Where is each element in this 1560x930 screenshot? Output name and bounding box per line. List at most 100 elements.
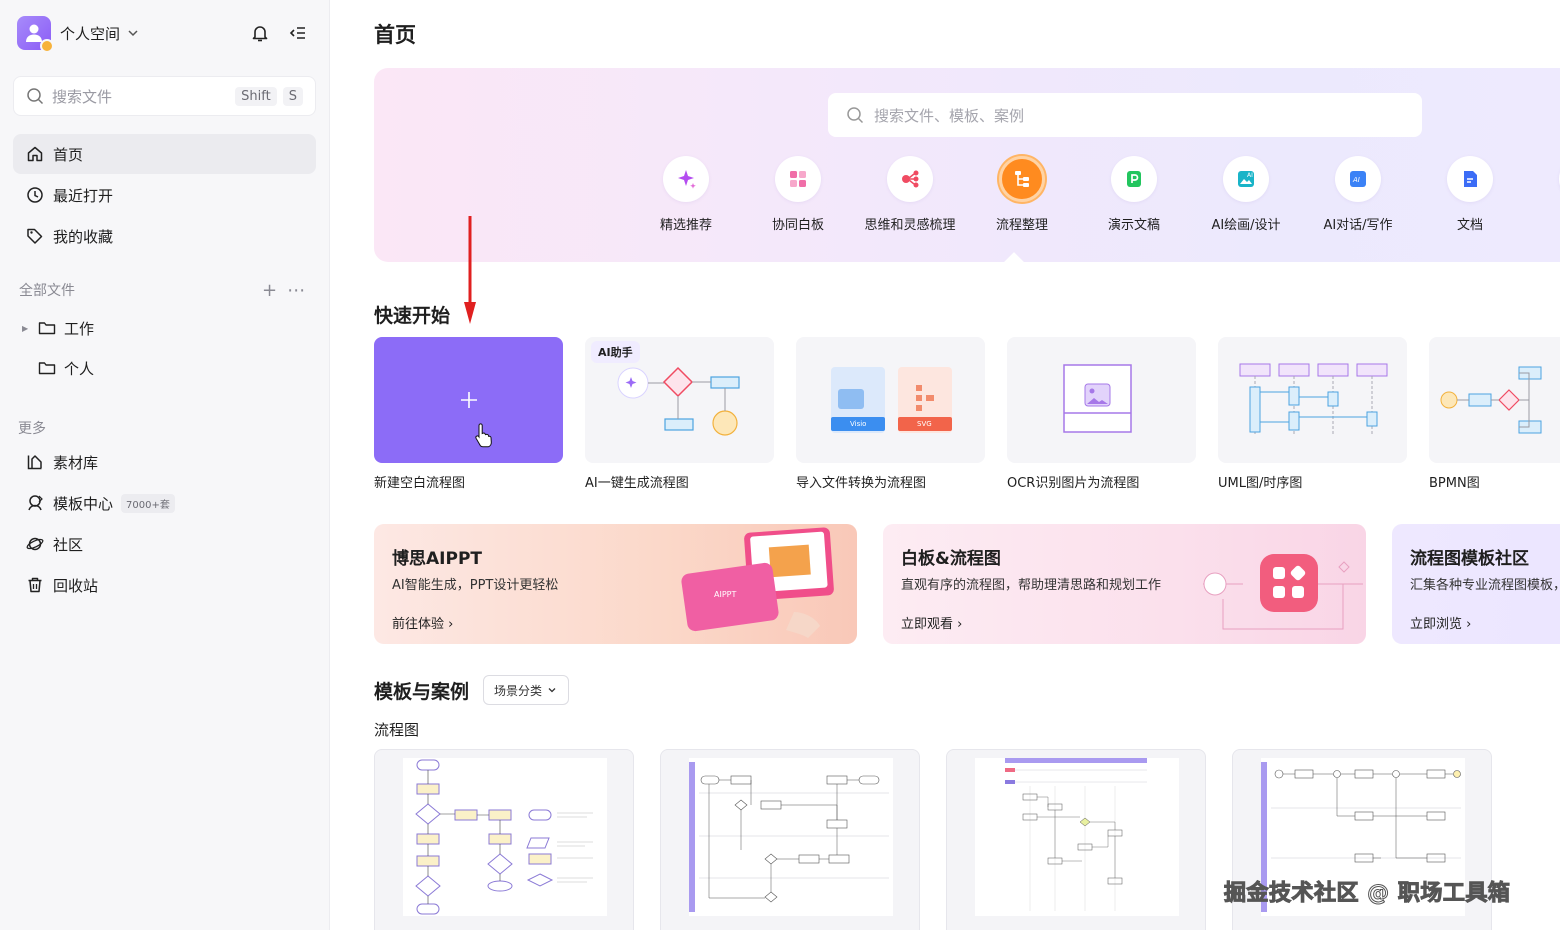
quick-start-ai[interactable]: AI助手 AI一键生成流程图 (585, 337, 774, 491)
collapse-icon (289, 27, 305, 39)
expand-arrow-icon[interactable]: ▶ (22, 324, 34, 333)
promo-subtitle: AI智能生成，PPT设计更轻松 (392, 578, 559, 593)
asset-library-icon (25, 452, 45, 472)
hero-search-input[interactable]: 搜索文件、模板、案例 (828, 93, 1422, 137)
folder-icon (38, 360, 58, 376)
category-label: 精选推荐 (659, 218, 712, 233)
quick-start-label: AI一键生成流程图 (585, 476, 689, 491)
svg-text:AI: AI (1352, 176, 1360, 184)
promo-template-community[interactable]: 流程图模板社区 汇集各种专业流程图模板， 立即浏览 › (1392, 524, 1560, 644)
folder-label: 个人 (64, 359, 95, 378)
category-mindmap[interactable]: 思维和灵感梳理 (854, 156, 966, 233)
swimlane-preview (689, 762, 889, 912)
new-blank-button[interactable] (374, 337, 563, 463)
nav-item-asset-library[interactable]: 素材库 (13, 442, 316, 482)
tag-icon (25, 226, 45, 246)
import-file-thumb[interactable]: Visio SVG (796, 337, 985, 463)
quick-start-label: 导入文件转换为流程图 (796, 476, 927, 491)
category-presentation[interactable]: 演示文稿 (1078, 156, 1190, 233)
promo-link-label: 立即观看 (901, 617, 954, 632)
category-project[interactable]: 项 (1526, 156, 1560, 233)
sidebar-header: 个人空间 (17, 16, 311, 53)
clock-icon (25, 185, 45, 205)
svg-badge: SVG (917, 420, 932, 428)
sidebar-search[interactable]: 搜索文件 Shift S (13, 76, 316, 116)
folder-tree: ▶ 工作 个人 (22, 308, 94, 388)
template-card[interactable] (946, 749, 1206, 930)
page-title: 首页 (374, 23, 416, 47)
community-icon (25, 534, 45, 554)
quick-start-import[interactable]: Visio SVG 导入文件转换为流程图 (796, 337, 985, 491)
nav-item-recent[interactable]: 最近打开 (13, 175, 316, 215)
template-preview (975, 758, 1179, 916)
aippt-card-text: AIPPT (714, 590, 737, 599)
quick-start-title: 快速开始 (374, 305, 451, 327)
category-bar: 精选推荐 协同白板 思维和灵感梳理 流程整理 演示文稿 AI AI绘画/设计 A… (630, 156, 1560, 233)
promo-link[interactable]: 前往体验 › (392, 613, 453, 632)
uml-illustration (1239, 363, 1388, 436)
app-window: 个人空间 搜索文件 Shift S 首页 最近打开 我的收藏 全部文件 + ⋯ … (0, 0, 1560, 930)
ai-generate-thumb[interactable]: AI助手 (585, 337, 774, 463)
quick-start-bpmn[interactable]: BPMN图 (1429, 337, 1560, 491)
category-label: 流程整理 (995, 218, 1048, 233)
avatar[interactable] (17, 16, 54, 53)
promo-row: 博思AIPPT AI智能生成，PPT设计更轻松 前往体验 › AIPPT 白板&… (374, 524, 1560, 644)
more-label: 更多 (18, 421, 46, 437)
notification-button[interactable] (247, 20, 273, 46)
search-icon (847, 107, 864, 124)
template-card[interactable] (374, 749, 634, 930)
nav-item-label: 首页 (53, 145, 84, 164)
promo-link[interactable]: 立即观看 › (901, 613, 962, 632)
more-options-icon[interactable]: ⋯ (287, 280, 305, 301)
import-file-illustration (831, 367, 952, 433)
ai-chat-icon: AI (1335, 156, 1381, 202)
workspace-name[interactable]: 个人空间 (60, 23, 120, 44)
template-card[interactable] (660, 749, 920, 930)
nav-item-home[interactable]: 首页 (13, 134, 316, 174)
flowchart-icon (999, 156, 1045, 202)
sidebar: 个人空间 搜索文件 Shift S 首页 最近打开 我的收藏 全部文件 + ⋯ … (0, 0, 330, 930)
more-nav: 素材库 模板中心 7000+套 社区 回收站 (13, 442, 316, 606)
quick-start-blank[interactable]: 新建空白流程图 (374, 337, 563, 491)
add-file-icon[interactable]: + (262, 280, 277, 301)
category-flowchart[interactable]: 流程整理 (966, 156, 1078, 233)
nav-item-label: 我的收藏 (53, 227, 114, 246)
templates-header: 模板与案例 场景分类 (374, 675, 570, 705)
quick-start-row: 新建空白流程图 AI助手 AI一键生成流程图 Visio SVG 导入文件转换为… (374, 337, 1560, 491)
search-icon (27, 88, 44, 105)
chevron-down-icon[interactable] (126, 26, 140, 40)
bpmn-thumb[interactable] (1429, 337, 1560, 463)
folder-personal[interactable]: 个人 (22, 348, 94, 388)
ocr-thumb[interactable] (1007, 337, 1196, 463)
visio-badge: Visio (850, 420, 867, 428)
category-featured[interactable]: 精选推荐 (630, 156, 742, 233)
nav-item-trash[interactable]: 回收站 (13, 565, 316, 605)
nav-item-favorites[interactable]: 我的收藏 (13, 216, 316, 256)
uml-thumb[interactable] (1218, 337, 1407, 463)
promo-aippt[interactable]: 博思AIPPT AI智能生成，PPT设计更轻松 前往体验 › AIPPT (374, 524, 857, 644)
promo-link[interactable]: 立即浏览 › (1410, 613, 1471, 632)
folder-icon (38, 320, 58, 336)
avatar-badge (40, 39, 54, 53)
active-category-pointer (1004, 252, 1024, 272)
collapse-sidebar-button[interactable] (285, 20, 311, 46)
home-icon (25, 144, 45, 164)
search-placeholder: 搜索文件 (52, 87, 113, 106)
scene-category-dropdown[interactable]: 场景分类 (483, 675, 570, 705)
category-ai-chat[interactable]: AI AI对话/写作 (1302, 156, 1414, 233)
promo-title: 白板&流程图 (901, 549, 1001, 569)
folder-work[interactable]: ▶ 工作 (22, 308, 94, 348)
nav-item-community[interactable]: 社区 (13, 524, 316, 564)
folder-label: 工作 (64, 319, 95, 338)
category-whiteboard[interactable]: 协同白板 (742, 156, 854, 233)
quick-start-ocr[interactable]: OCR识别图片为流程图 (1007, 337, 1196, 491)
category-ai-paint[interactable]: AI AI绘画/设计 (1190, 156, 1302, 233)
promo-subtitle: 汇集各种专业流程图模板， (1410, 578, 1560, 593)
mindmap-icon (887, 156, 933, 202)
category-document[interactable]: 文档 (1414, 156, 1526, 233)
promo-whiteboard[interactable]: 白板&流程图 直观有序的流程图，帮助理清思路和规划工作 立即观看 › (883, 524, 1366, 644)
templates-title: 模板与案例 (374, 680, 470, 703)
main-content: 首页 搜索文件、模板、案例 精选推荐 协同白板 思维和灵感梳理 流程整理 演示文… (330, 0, 1560, 930)
nav-item-template-center[interactable]: 模板中心 7000+套 (13, 483, 316, 523)
quick-start-uml[interactable]: UML图/时序图 (1218, 337, 1407, 491)
